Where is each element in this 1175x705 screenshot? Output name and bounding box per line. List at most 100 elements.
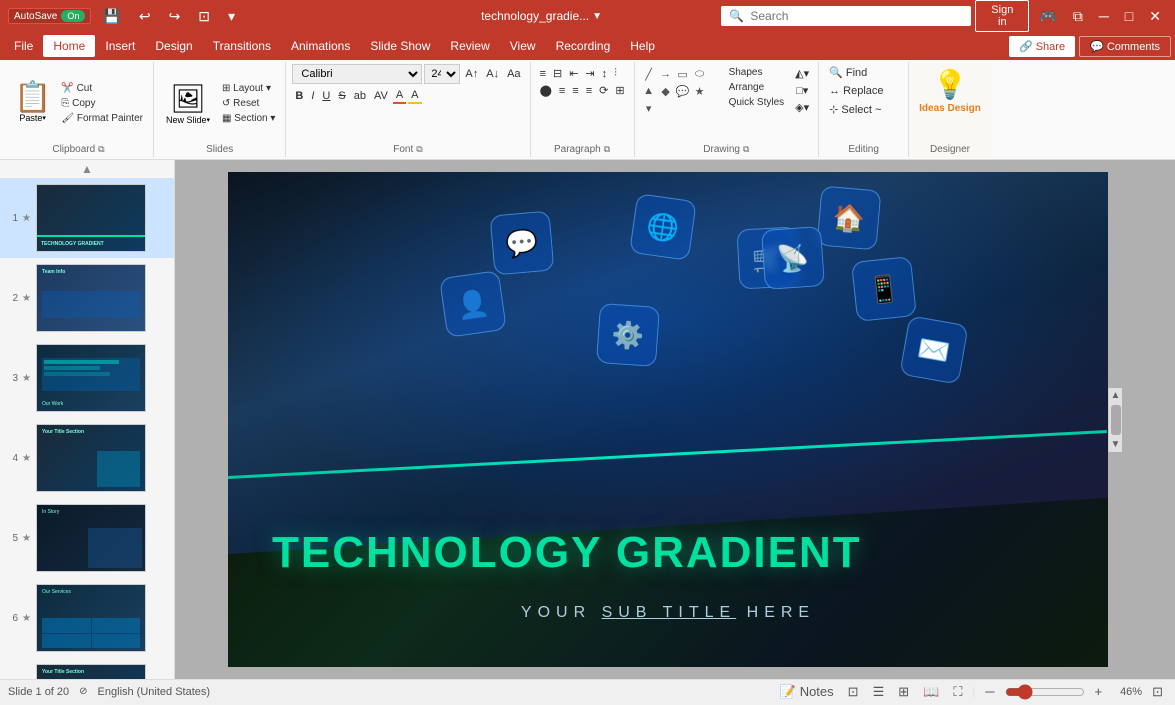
shape-diamond[interactable]: ◆ — [658, 83, 674, 99]
redo-button[interactable]: ↪ — [163, 6, 187, 27]
menu-item-help[interactable]: Help — [620, 35, 665, 57]
shape-triangle[interactable]: ▲ — [641, 83, 657, 99]
clear-format-button[interactable]: Aa — [504, 67, 523, 81]
reset-button[interactable]: ↺ Reset — [218, 97, 279, 110]
search-input[interactable] — [750, 9, 950, 23]
scroll-thumb[interactable] — [1111, 405, 1121, 435]
align-left-button[interactable]: ⬤ — [537, 83, 555, 98]
zoom-out-button[interactable]: ─ — [981, 682, 998, 701]
slide-item-7[interactable]: 7 ★ Your Title Section — [0, 658, 174, 679]
zoom-slider[interactable] — [1005, 684, 1085, 700]
comments-button[interactable]: 💬 Comments — [1079, 36, 1171, 57]
justify-button[interactable]: ≡ — [583, 83, 595, 98]
slide-info-icon[interactable]: ⊘ — [79, 686, 87, 697]
design-ideas-button[interactable]: 💡 Ideas Design — [915, 64, 985, 118]
shape-arrow[interactable]: → — [658, 66, 674, 82]
reading-view-button[interactable]: 📖 — [919, 682, 943, 702]
slides-scroll-up[interactable]: ▲ — [0, 160, 174, 178]
menu-item-file[interactable]: File — [4, 35, 43, 57]
menu-item-insert[interactable]: Insert — [95, 35, 145, 57]
highlight-button[interactable]: A — [408, 88, 421, 104]
line-spacing-button[interactable]: ↕ — [599, 66, 611, 81]
decrease-indent-button[interactable]: ⇤ — [566, 66, 581, 81]
slide-item-2[interactable]: 2 ★ Team Info — [0, 258, 174, 338]
menu-item-view[interactable]: View — [500, 35, 546, 57]
menu-item-review[interactable]: Review — [440, 35, 499, 57]
font-increase-button[interactable]: A↑ — [462, 67, 481, 81]
select-button[interactable]: ⊹ Select ~ — [825, 101, 902, 118]
slide-item-3[interactable]: 3 ★ Our Work — [0, 338, 174, 418]
shape-callout[interactable]: 💬 — [675, 83, 691, 99]
slide-item-1[interactable]: 1 ★ TECHNOLOGY GRADIENT — [0, 178, 174, 258]
quick-styles-button[interactable]: Quick Styles — [725, 96, 789, 109]
fit-slide-button[interactable]: ⊡ — [1148, 682, 1167, 702]
menu-item-design[interactable]: Design — [145, 35, 202, 57]
char-spacing-button[interactable]: AV — [371, 89, 391, 103]
menu-item-home[interactable]: Home — [43, 35, 95, 57]
section-button[interactable]: ▦ Section ▾ — [218, 112, 279, 125]
shape-rect[interactable]: ▭ — [675, 66, 691, 82]
shape-line[interactable]: ╱ — [641, 66, 657, 82]
find-button[interactable]: 🔍 Find — [825, 64, 902, 81]
notes-button[interactable]: 📝 Notes — [776, 682, 838, 702]
scroll-down-arrow[interactable]: ▼ — [1109, 437, 1123, 452]
font-family-select[interactable]: Calibri — [292, 64, 422, 84]
menu-item-transitions[interactable]: Transitions — [203, 35, 281, 57]
slide-item-4[interactable]: 4 ★ Your Title Section — [0, 418, 174, 498]
presenter-view-button[interactable]: ⛶ — [949, 682, 966, 702]
bold-button[interactable]: B — [292, 89, 306, 103]
menu-item-slideshow[interactable]: Slide Show — [360, 35, 440, 57]
shape-star[interactable]: ★ — [692, 83, 708, 99]
share-button[interactable]: 🔗 Share — [1009, 36, 1075, 57]
text-direction-button[interactable]: ⟳ — [596, 83, 611, 98]
signin-button[interactable]: Sign in — [975, 0, 1029, 32]
title-dropdown-button[interactable]: ▼ — [589, 11, 605, 22]
close-button[interactable]: ✕ — [1143, 6, 1167, 27]
columns-button[interactable]: ⫶ — [611, 66, 620, 81]
autosave-toggle[interactable]: On — [61, 10, 85, 22]
font-expand-icon[interactable]: ⧉ — [416, 144, 422, 155]
cut-button[interactable]: ✂️ Cut — [57, 82, 147, 95]
font-decrease-button[interactable]: A↓ — [483, 67, 502, 81]
copy-button[interactable]: ⎘ Copy — [57, 97, 147, 110]
maximize-button[interactable]: □ — [1119, 6, 1139, 26]
convert-smartart-button[interactable]: ⊞ — [612, 83, 627, 98]
tablet-button[interactable]: ⊡ — [192, 6, 216, 27]
shapes-main-button[interactable]: Shapes — [725, 66, 789, 79]
font-size-select[interactable]: 24 — [424, 64, 460, 84]
clipboard-expand-icon[interactable]: ⧉ — [98, 144, 104, 155]
increase-indent-button[interactable]: ⇥ — [582, 66, 597, 81]
italic-button[interactable]: I — [308, 89, 317, 103]
shape-outline-button[interactable]: □▾ — [792, 83, 812, 98]
strikethrough-button[interactable]: S — [335, 89, 348, 103]
slide-sorter-button[interactable]: ⊞ — [894, 682, 913, 702]
undo-button[interactable]: ↩ — [133, 6, 157, 27]
paragraph-expand-icon[interactable]: ⧉ — [604, 144, 610, 155]
shape-effects-button[interactable]: ◈▾ — [792, 100, 812, 115]
normal-view-button[interactable]: ⊡ — [844, 682, 863, 702]
fontcolor-button[interactable]: A — [393, 88, 406, 104]
zoom-in-button[interactable]: + — [1091, 682, 1107, 701]
shape-more[interactable]: ▾ — [641, 100, 657, 116]
layout-button[interactable]: ⊞ Layout ▾ — [218, 82, 279, 95]
underline-button[interactable]: U — [319, 89, 333, 103]
textshadow-button[interactable]: ab — [351, 89, 369, 103]
replace-button[interactable]: ↔ Replace — [825, 83, 902, 99]
bullet-list-button[interactable]: ≡ — [537, 66, 549, 81]
drawing-expand-icon[interactable]: ⧉ — [743, 144, 749, 155]
new-slide-button[interactable]: 🖼 New Slide ▾ — [160, 80, 216, 127]
align-center-button[interactable]: ≡ — [556, 83, 568, 98]
outline-view-button[interactable]: ☰ — [869, 682, 889, 702]
shape-fill-button[interactable]: ◭▾ — [792, 66, 812, 81]
paste-button[interactable]: 📋 Paste ▾ — [10, 81, 55, 125]
arrange-button[interactable]: Arrange — [725, 81, 789, 94]
align-right-button[interactable]: ≡ — [569, 83, 581, 98]
menu-item-recording[interactable]: Recording — [546, 35, 621, 57]
slide-item-5[interactable]: 5 ★ In Story — [0, 498, 174, 578]
restore-button[interactable]: ⧉ — [1067, 6, 1089, 27]
scroll-up-arrow[interactable]: ▲ — [1109, 388, 1123, 403]
format-painter-button[interactable]: 🖌 Format Painter — [57, 112, 147, 125]
numbered-list-button[interactable]: ⊟ — [550, 66, 565, 81]
minimize-button[interactable]: ─ — [1093, 6, 1115, 26]
save-button[interactable]: 💾 — [97, 6, 126, 27]
